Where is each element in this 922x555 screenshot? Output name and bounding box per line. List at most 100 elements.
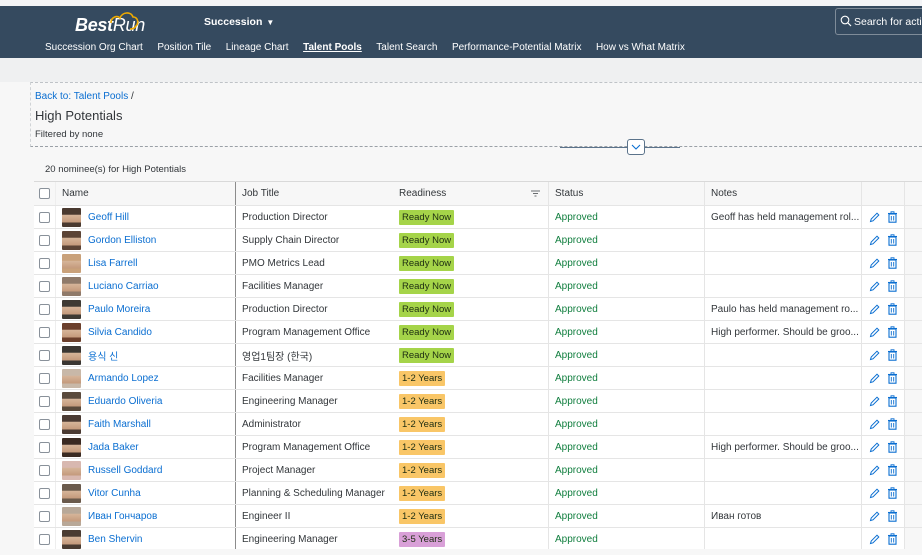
job-title-cell: Engineering Manager (242, 533, 338, 545)
trash-icon[interactable] (887, 464, 898, 476)
column-header-status[interactable]: Status (549, 182, 705, 205)
trash-icon[interactable] (887, 280, 898, 292)
nominee-name-link[interactable]: Gordon Elliston (88, 235, 156, 246)
pencil-icon[interactable] (869, 211, 880, 223)
trash-icon[interactable] (887, 510, 898, 522)
nominee-name-link[interactable]: Silvia Candido (88, 327, 152, 338)
table-row[interactable]: Paulo Moreira Production Director Ready No… (34, 298, 922, 321)
table-row[interactable]: Luciano Carriao Facilities Manager Ready N… (34, 275, 922, 298)
pencil-icon[interactable] (869, 533, 880, 545)
search-input[interactable]: Search for actions (835, 8, 922, 35)
select-all-checkbox[interactable] (39, 188, 50, 199)
table-row[interactable]: 용식 신 영업1팀장 (한국) Ready Now Approved (34, 344, 922, 367)
row-checkbox[interactable] (39, 349, 50, 361)
trash-icon[interactable] (887, 418, 898, 430)
pencil-icon[interactable] (869, 257, 880, 269)
trash-icon[interactable] (887, 234, 898, 246)
nominee-name-link[interactable]: Geoff Hill (88, 212, 129, 223)
table-row[interactable]: Ben Shervin Engineering Manager 3-5 Years A… (34, 528, 922, 551)
nav-tab-talent-pools[interactable]: Talent Pools (303, 42, 362, 53)
row-checkbox[interactable] (39, 487, 50, 499)
nav-tab-lineage-chart[interactable]: Lineage Chart (226, 42, 289, 53)
pencil-icon[interactable] (869, 303, 880, 315)
nav-tab-performance-potential-matrix[interactable]: Performance-Potential Matrix (452, 42, 582, 53)
nominee-name-link[interactable]: Lisa Farrell (88, 258, 137, 269)
job-title-cell: Planning & Scheduling Manager (242, 487, 385, 499)
trash-icon[interactable] (887, 487, 898, 499)
table-row[interactable]: Иван Гончаров Engineer II 1-2 Years Approve… (34, 505, 922, 528)
column-header-notes[interactable]: Notes (705, 182, 862, 205)
table-row[interactable]: Lisa Farrell PMO Metrics Lead Ready Now App… (34, 252, 922, 275)
nominee-name-link[interactable]: Paulo Moreira (88, 304, 150, 315)
nominee-name-link[interactable]: Russell Goddard (88, 465, 162, 476)
app-menu-button[interactable]: Succession ▼ (204, 16, 274, 28)
row-checkbox[interactable] (39, 234, 50, 246)
pencil-icon[interactable] (869, 234, 880, 246)
table-row[interactable]: Vitor Cunha Planning & Scheduling Manager… (34, 482, 922, 505)
table-row[interactable]: Silvia Candido Program Management Office R… (34, 321, 922, 344)
row-checkbox[interactable] (39, 441, 50, 453)
nav-tab-position-tile[interactable]: Position Tile (157, 42, 211, 53)
logo-text-bold: Best (75, 15, 113, 35)
table-filler (905, 390, 922, 412)
nav-tab-how-vs-what-matrix[interactable]: How vs What Matrix (596, 42, 685, 53)
notes-cell (705, 413, 862, 435)
row-checkbox[interactable] (39, 418, 50, 430)
table-row[interactable]: Faith Marshall Administrator 1-2 Years Appr… (34, 413, 922, 436)
pencil-icon[interactable] (869, 464, 880, 476)
pencil-icon[interactable] (869, 487, 880, 499)
pencil-icon[interactable] (869, 349, 880, 361)
row-checkbox[interactable] (39, 303, 50, 315)
pencil-icon[interactable] (869, 280, 880, 292)
row-checkbox[interactable] (39, 395, 50, 407)
column-header-job-title[interactable]: Job Title (236, 182, 393, 205)
row-checkbox[interactable] (39, 464, 50, 476)
row-checkbox[interactable] (39, 326, 50, 338)
nominee-name-link[interactable]: Иван Гончаров (88, 511, 157, 522)
sort-icon[interactable] (531, 190, 540, 197)
collapse-header-button[interactable] (627, 139, 645, 155)
row-checkbox[interactable] (39, 510, 50, 522)
table-row[interactable]: Armando Lopez Facilities Manager 1-2 Years… (34, 367, 922, 390)
notes-text: High performer. Should be groo... (711, 326, 859, 338)
row-checkbox[interactable] (39, 257, 50, 269)
pencil-icon[interactable] (869, 372, 880, 384)
trash-icon[interactable] (887, 349, 898, 361)
row-checkbox[interactable] (39, 372, 50, 384)
nominee-name-link[interactable]: Jada Baker (88, 442, 139, 453)
table-row[interactable]: Gordon Elliston Supply Chain Director Read… (34, 229, 922, 252)
breadcrumb-back-link[interactable]: Back to: Talent Pools (35, 91, 128, 102)
row-checkbox[interactable] (39, 280, 50, 292)
trash-icon[interactable] (887, 441, 898, 453)
nominee-name-link[interactable]: Faith Marshall (88, 419, 151, 430)
trash-icon[interactable] (887, 533, 898, 545)
nominee-name-link[interactable]: Vitor Cunha (88, 488, 141, 499)
pencil-icon[interactable] (869, 326, 880, 338)
pencil-icon[interactable] (869, 395, 880, 407)
nominee-name-link[interactable]: Ben Shervin (88, 534, 142, 545)
nominee-name-link[interactable]: Luciano Carriao (88, 281, 159, 292)
table-row[interactable]: Geoff Hill Production Director Ready Now Ap… (34, 206, 922, 229)
company-logo[interactable]: BestRun (75, 12, 145, 36)
table-row[interactable]: Russell Goddard Project Manager 1-2 Years A… (34, 459, 922, 482)
table-row[interactable]: Jada Baker Program Management Office 1-2 Y… (34, 436, 922, 459)
nominee-name-link[interactable]: Armando Lopez (88, 373, 159, 384)
nominee-name-link[interactable]: 용식 신 (88, 348, 118, 363)
nav-tab-succession-org-chart[interactable]: Succession Org Chart (45, 42, 143, 53)
column-header-readiness[interactable]: Readiness (393, 182, 549, 205)
trash-icon[interactable] (887, 395, 898, 407)
row-checkbox[interactable] (39, 533, 50, 545)
column-header-name[interactable]: Name (56, 182, 236, 205)
table-row[interactable]: Eduardo Oliveria Engineering Manager 1-2 Y… (34, 390, 922, 413)
pencil-icon[interactable] (869, 418, 880, 430)
pencil-icon[interactable] (869, 510, 880, 522)
trash-icon[interactable] (887, 211, 898, 223)
trash-icon[interactable] (887, 303, 898, 315)
pencil-icon[interactable] (869, 441, 880, 453)
row-checkbox[interactable] (39, 211, 50, 223)
nominee-name-link[interactable]: Eduardo Oliveria (88, 396, 162, 407)
trash-icon[interactable] (887, 372, 898, 384)
trash-icon[interactable] (887, 257, 898, 269)
nav-tab-talent-search[interactable]: Talent Search (376, 42, 437, 53)
trash-icon[interactable] (887, 326, 898, 338)
